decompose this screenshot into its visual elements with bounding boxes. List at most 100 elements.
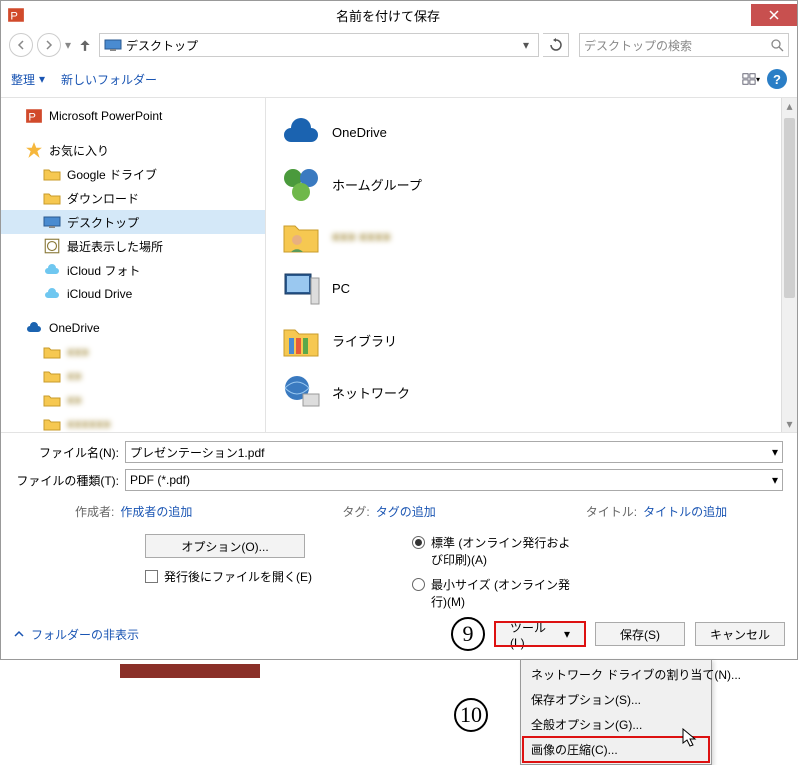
options-button[interactable]: オプション(O)... (145, 534, 305, 558)
sidebar-item-powerpoint[interactable]: P Microsoft PowerPoint (1, 104, 265, 128)
chevron-down-icon: ▾ (756, 75, 760, 84)
sidebar-item-onedrive[interactable]: OneDrive (1, 316, 265, 340)
powerpoint-ribbon-stripe (120, 664, 260, 678)
filetype-select[interactable]: PDF (*.pdf) ▾ (125, 469, 783, 491)
list-item-network[interactable]: ネットワーク (274, 366, 789, 418)
sidebar-item-recent[interactable]: 最近表示した場所 (1, 234, 265, 258)
sidebar-item-downloads[interactable]: ダウンロード (1, 186, 265, 210)
chevron-down-icon: ▾ (39, 72, 45, 86)
back-icon (16, 40, 26, 50)
save-button[interactable]: 保存(S) (595, 622, 685, 646)
back-button[interactable] (9, 33, 33, 57)
svg-text:P: P (10, 11, 18, 23)
svg-text:P: P (28, 112, 36, 124)
nav-row: ▾ デスクトップ ▾ デスクトップの検索 (1, 29, 797, 61)
list-item-homegroup[interactable]: ホームグループ (274, 158, 789, 210)
file-list-scrollbar[interactable]: ▴ ▾ (781, 98, 797, 432)
search-icon (770, 38, 784, 52)
sidebar-item-folder[interactable]: ■■■ (1, 340, 265, 364)
window-title: 名前を付けて保存 (25, 6, 751, 25)
list-item-user[interactable]: ■■■ ■■■■ (274, 210, 789, 262)
list-item-onedrive[interactable]: OneDrive (274, 106, 789, 158)
filetype-label: ファイルの種類(T): (15, 472, 125, 489)
radio-standard[interactable] (412, 536, 425, 549)
search-placeholder: デスクトップの検索 (584, 37, 770, 54)
organize-button[interactable]: 整理 ▾ (11, 71, 45, 88)
chevron-down-icon[interactable]: ▾ (772, 473, 778, 487)
pc-icon (280, 267, 322, 309)
sidebar-item-desktop[interactable]: デスクトップ (1, 210, 265, 234)
powerpoint-icon: P (25, 107, 43, 125)
view-options-button[interactable]: ▾ (741, 70, 761, 88)
menu-item-map-network-drive[interactable]: ネットワーク ドライブの割り当て(N)... (523, 662, 709, 687)
sidebar-item-favorites[interactable]: お気に入り (1, 138, 265, 162)
cancel-button[interactable]: キャンセル (695, 622, 785, 646)
close-icon (769, 10, 779, 20)
close-button[interactable] (751, 4, 797, 26)
navigation-sidebar: P Microsoft PowerPoint お気に入り Google ドライブ… (1, 98, 266, 432)
folder-icon (43, 189, 61, 207)
forward-button[interactable] (37, 33, 61, 57)
up-button[interactable] (75, 35, 95, 55)
help-button[interactable]: ? (767, 69, 787, 89)
filename-label: ファイル名(N): (15, 444, 125, 461)
chevron-down-icon: ▾ (564, 627, 570, 641)
tag-label: タグ: (342, 503, 369, 520)
tools-dropdown-menu: ネットワーク ドライブの割り当て(N)... 保存オプション(S)... 全般オ… (520, 659, 712, 765)
cursor-icon (682, 728, 698, 748)
radio-minimum-label: 最小サイズ (オンライン発行)(M) (431, 576, 581, 610)
library-icon (280, 319, 322, 361)
folder-icon (43, 165, 61, 183)
refresh-icon (549, 38, 563, 52)
sidebar-item-icloud-photo[interactable]: iCloud フォト (1, 258, 265, 282)
folder-icon (43, 343, 61, 361)
author-label: 作成者: (75, 503, 114, 520)
toolbar: 整理 ▾ 新しいフォルダー ▾ ? (1, 61, 797, 97)
sidebar-item-folder[interactable]: ■■■■■■ (1, 412, 265, 432)
below-window-area: ネットワーク ドライブの割り当て(N)... 保存オプション(S)... 全般オ… (0, 660, 800, 749)
annotation-number-9: 9 (451, 617, 485, 651)
recent-dd-icon[interactable]: ▾ (65, 38, 71, 52)
scroll-up-icon[interactable]: ▴ (782, 98, 797, 114)
scroll-down-icon[interactable]: ▾ (782, 416, 797, 432)
cloud-icon (43, 261, 61, 279)
open-after-checkbox[interactable] (145, 570, 158, 583)
file-browser: P Microsoft PowerPoint お気に入り Google ドライブ… (1, 97, 797, 432)
powerpoint-icon: P (7, 6, 25, 24)
sidebar-item-folder[interactable]: ■■ (1, 388, 265, 412)
address-text: デスクトップ (126, 37, 198, 54)
open-after-label: 発行後にファイルを開く(E) (164, 568, 312, 585)
homegroup-icon (280, 163, 322, 205)
hide-folders-toggle[interactable]: フォルダーの非表示 (13, 626, 139, 643)
title-add-link[interactable]: タイトルの追加 (643, 503, 727, 520)
list-item-pc[interactable]: PC (274, 262, 789, 314)
title-label: タイトル: (586, 503, 637, 520)
address-dropdown-icon[interactable]: ▾ (518, 38, 534, 52)
chevron-up-icon (13, 628, 25, 640)
list-item-library[interactable]: ライブラリ (274, 314, 789, 366)
forward-icon (44, 40, 54, 50)
chevron-down-icon[interactable]: ▾ (772, 445, 778, 459)
titlebar: P 名前を付けて保存 (1, 1, 797, 29)
address-bar[interactable]: デスクトップ ▾ (99, 33, 539, 57)
save-dialog-window: P 名前を付けて保存 ▾ デスクトップ ▾ デスクトップの検索 (0, 0, 798, 660)
folder-icon (43, 391, 61, 409)
filename-input[interactable]: プレゼンテーション1.pdf ▾ (125, 441, 783, 463)
folder-icon (43, 415, 61, 432)
tag-add-link[interactable]: タグの追加 (376, 503, 436, 520)
folder-icon (43, 367, 61, 385)
sidebar-item-gdrive[interactable]: Google ドライブ (1, 162, 265, 186)
scroll-thumb[interactable] (784, 118, 795, 298)
network-icon (280, 371, 322, 413)
new-folder-button[interactable]: 新しいフォルダー (61, 71, 157, 88)
menu-item-save-options[interactable]: 保存オプション(S)... (523, 687, 709, 712)
sidebar-item-icloud-drive[interactable]: iCloud Drive (1, 282, 265, 306)
user-folder-icon (280, 215, 322, 257)
tools-button[interactable]: ツール(L) ▾ (495, 622, 585, 646)
sidebar-item-folder[interactable]: ■■ (1, 364, 265, 388)
author-add-link[interactable]: 作成者の追加 (120, 503, 192, 520)
search-box[interactable]: デスクトップの検索 (579, 33, 789, 57)
refresh-button[interactable] (543, 33, 569, 57)
cloud-icon (43, 285, 61, 303)
radio-minimum[interactable] (412, 578, 425, 591)
